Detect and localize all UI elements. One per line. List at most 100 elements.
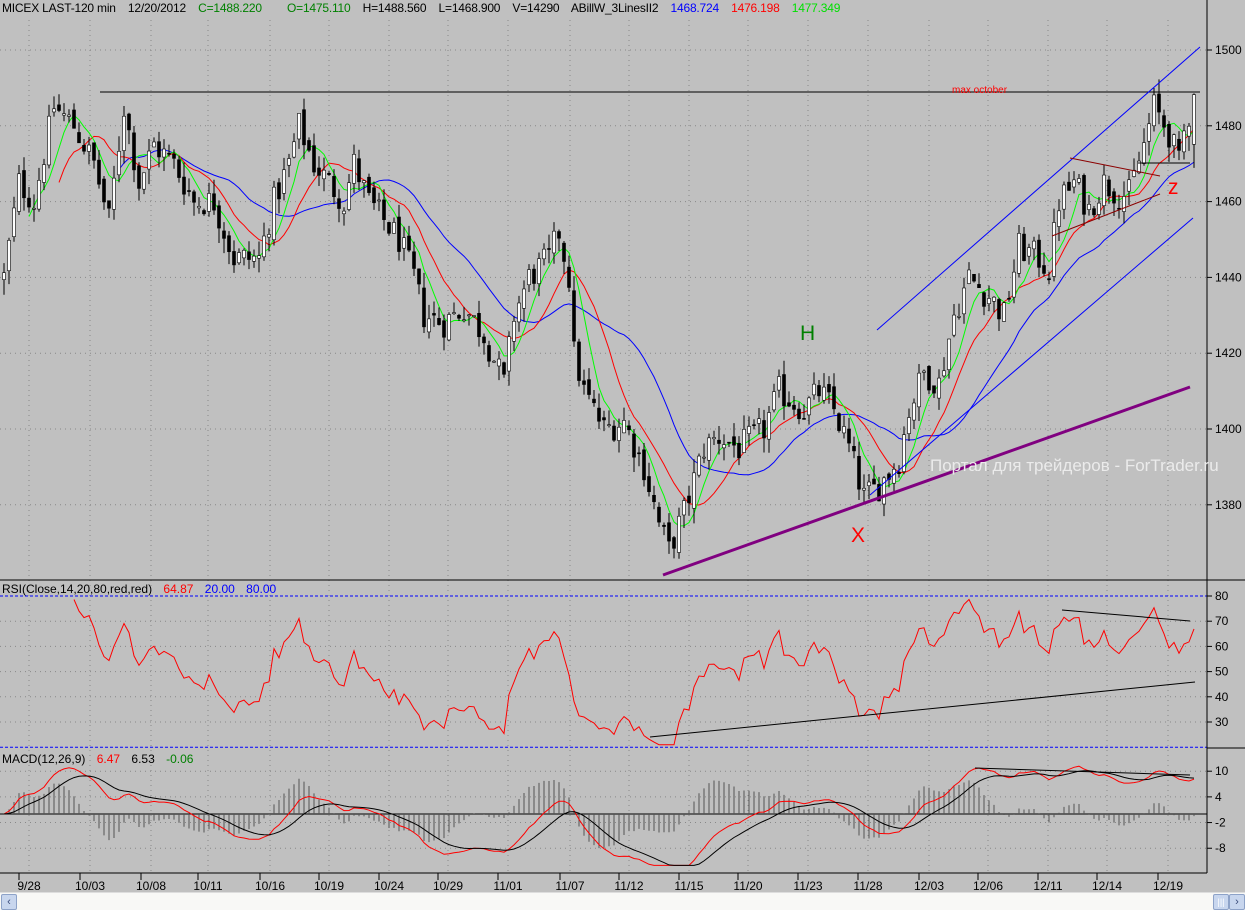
candle-body [662, 524, 666, 527]
macd-tick-label: -8 [1215, 841, 1226, 855]
candle [582, 369, 586, 395]
candle-body [787, 402, 791, 407]
candle [257, 241, 261, 273]
candle-body [297, 113, 301, 140]
candle [1057, 199, 1061, 242]
candle-body [837, 413, 841, 431]
candle [437, 307, 441, 326]
candle-body [997, 299, 1001, 320]
candle [1122, 181, 1126, 224]
macd-tick-label: 4 [1215, 790, 1222, 804]
candle-body [387, 222, 391, 234]
candle-body [872, 478, 876, 485]
candle [682, 497, 686, 529]
candle-body [907, 417, 911, 434]
candle-body [262, 235, 266, 258]
candle [732, 423, 736, 458]
candle [17, 164, 21, 215]
candle [622, 407, 626, 434]
candle-body [607, 424, 611, 426]
candle [1187, 123, 1191, 151]
candle-body [182, 176, 186, 195]
candle-body [307, 140, 311, 151]
candle [37, 167, 41, 212]
candle-body [392, 222, 396, 234]
candle-body [717, 439, 721, 444]
horizontal-scrollbar[interactable]: ‹ ||| › [0, 892, 1245, 910]
price-tick-label: 1440 [1215, 270, 1242, 284]
candle-body [327, 172, 331, 175]
candle [1052, 208, 1056, 282]
candle-body [442, 320, 446, 338]
candle-body [402, 237, 406, 249]
candle-body [277, 182, 281, 200]
candle [787, 391, 791, 408]
candle [322, 157, 326, 192]
candle-body [37, 180, 41, 210]
candle-body [17, 173, 21, 212]
candle-body [657, 506, 661, 523]
candle [647, 462, 651, 497]
candle-body [942, 370, 946, 377]
candle-body [107, 200, 111, 209]
candle [492, 360, 496, 363]
candle [1027, 243, 1031, 265]
macd-tick-label: -2 [1215, 816, 1226, 830]
candle [1062, 181, 1066, 220]
candle [347, 174, 351, 212]
candle [62, 103, 66, 122]
candle-body [252, 255, 256, 262]
candle-body [1157, 93, 1161, 113]
triangle-upper-line [1069, 157, 1161, 177]
candle-body [492, 360, 496, 363]
candle-body [217, 205, 221, 229]
candle-body [1082, 175, 1086, 215]
candle [1177, 131, 1181, 161]
candle-body [407, 235, 411, 251]
candle-body [757, 418, 761, 424]
candle [2, 263, 6, 295]
candle [427, 304, 431, 339]
time-tick-label: 10/24 [374, 879, 404, 893]
candle-body [112, 177, 116, 210]
candle-body [267, 234, 271, 238]
indicator-name: ABillW_3LinesII2 [570, 1, 659, 15]
candle-body [32, 207, 36, 210]
scroll-left-button[interactable]: ‹ [1, 894, 17, 910]
candle [997, 297, 1001, 332]
rsi-label: RSI(Close,14,20,80,red,red) [2, 582, 153, 596]
candle-body [397, 216, 401, 252]
candle-body [577, 341, 581, 381]
candle-body [1097, 202, 1101, 215]
candle-body [692, 472, 696, 509]
candle-body [642, 449, 646, 481]
scroll-right-button[interactable]: › [1229, 894, 1245, 910]
candle [862, 474, 866, 503]
candle-body [612, 425, 616, 441]
candle [772, 383, 776, 413]
candle-body [817, 385, 821, 397]
candle [1182, 123, 1186, 160]
candle-body [1112, 191, 1116, 204]
candle-body [122, 115, 126, 151]
candle-body [172, 153, 176, 159]
candle-body [597, 407, 601, 422]
candle-body [487, 345, 491, 362]
candle [572, 276, 576, 347]
candle-body [582, 380, 586, 385]
candle-body [567, 266, 571, 288]
candle-body [797, 408, 801, 420]
candle-body [52, 108, 56, 113]
scroll-thumb[interactable]: ||| [1213, 894, 1229, 910]
candle-body [957, 316, 961, 318]
candle [387, 221, 391, 236]
candle [752, 419, 756, 430]
candle-body [667, 522, 671, 542]
candle-body [572, 290, 576, 342]
watermark: Портал для трейдеров - ForTrader.ru [930, 456, 1219, 475]
candle-body [802, 418, 806, 420]
candle [177, 156, 181, 183]
candle [812, 372, 816, 400]
candle [287, 153, 291, 178]
candle-body [522, 288, 526, 309]
